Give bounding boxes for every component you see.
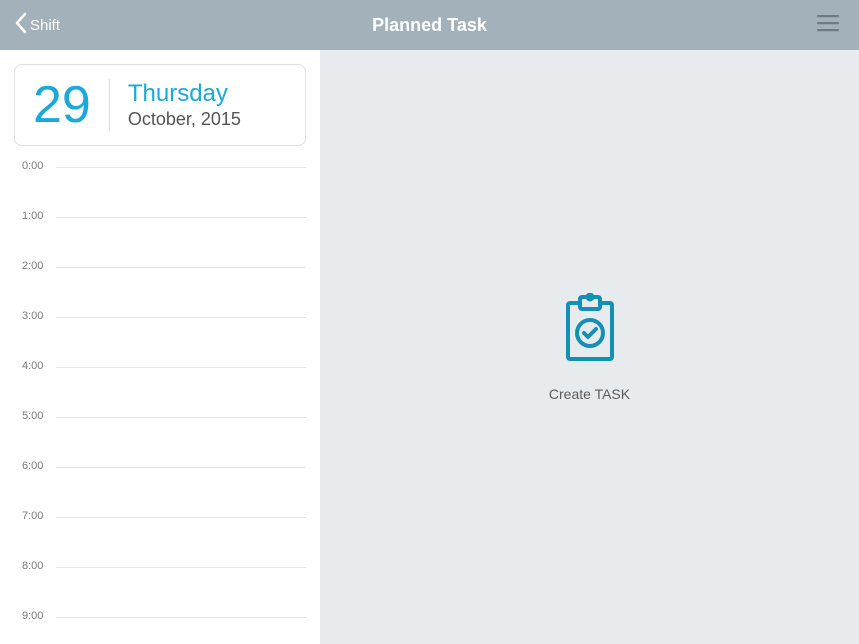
time-label: 4:00 — [22, 360, 50, 372]
time-divider — [56, 567, 306, 568]
back-button[interactable]: Shift — [14, 12, 60, 39]
header-bar: Shift Planned Task — [0, 0, 859, 50]
time-slot: 7:00 — [22, 510, 306, 560]
time-slot: 2:00 — [22, 260, 306, 310]
date-day-name: Thursday — [128, 80, 241, 109]
time-slot: 8:00 — [22, 560, 306, 610]
time-divider — [56, 617, 306, 618]
date-month-year: October, 2015 — [128, 109, 241, 130]
clipboard-check-icon — [562, 293, 618, 368]
left-panel: 29 Thursday October, 2015 0:00 1:00 2:00… — [0, 50, 320, 644]
time-label: 7:00 — [22, 510, 50, 522]
create-task-button[interactable]: Create TASK — [549, 293, 630, 402]
time-divider — [56, 267, 306, 268]
time-slot: 5:00 — [22, 410, 306, 460]
time-slot: 9:00 — [22, 610, 306, 644]
time-divider — [56, 517, 306, 518]
time-slot: 1:00 — [22, 210, 306, 260]
right-panel: Create TASK — [320, 50, 859, 644]
date-text-block: Thursday October, 2015 — [110, 80, 241, 130]
hamburger-icon — [817, 19, 839, 36]
time-label: 6:00 — [22, 460, 50, 472]
page-title: Planned Task — [372, 15, 487, 36]
time-slot: 3:00 — [22, 310, 306, 360]
create-task-label: Create TASK — [549, 386, 630, 402]
chevron-left-icon — [14, 12, 28, 39]
time-divider — [56, 317, 306, 318]
time-divider — [56, 467, 306, 468]
time-label: 0:00 — [22, 160, 50, 172]
time-label: 5:00 — [22, 410, 50, 422]
back-label: Shift — [30, 17, 60, 34]
date-card[interactable]: 29 Thursday October, 2015 — [14, 64, 306, 146]
time-slot: 0:00 — [22, 160, 306, 210]
timeline[interactable]: 0:00 1:00 2:00 3:00 4:00 5:00 — [14, 160, 306, 644]
time-label: 3:00 — [22, 310, 50, 322]
content-area: 29 Thursday October, 2015 0:00 1:00 2:00… — [0, 50, 859, 644]
time-label: 1:00 — [22, 210, 50, 222]
menu-button[interactable] — [811, 8, 845, 43]
time-divider — [56, 167, 306, 168]
time-slot: 6:00 — [22, 460, 306, 510]
time-divider — [56, 367, 306, 368]
time-divider — [56, 217, 306, 218]
time-label: 9:00 — [22, 610, 50, 622]
time-label: 8:00 — [22, 560, 50, 572]
time-divider — [56, 417, 306, 418]
time-slot: 4:00 — [22, 360, 306, 410]
time-label: 2:00 — [22, 260, 50, 272]
date-day-number: 29 — [33, 79, 110, 131]
